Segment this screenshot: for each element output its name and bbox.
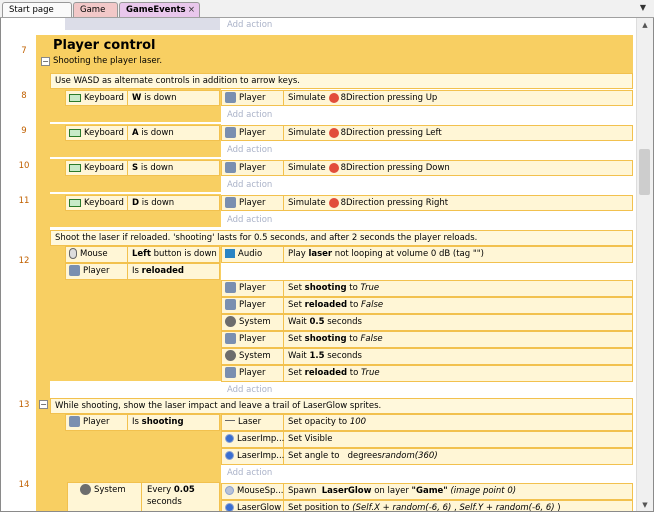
add-action-link[interactable]: Add action: [227, 108, 272, 122]
player-sprite-icon: [225, 333, 236, 344]
player-sprite-icon: [69, 265, 80, 276]
action-row[interactable]: Player Simulate 8Direction pressing Left: [221, 125, 633, 141]
action-row[interactable]: Player Simulate 8Direction pressing Up: [221, 90, 633, 106]
laser-sprite-icon: [225, 503, 234, 511]
add-action-link[interactable]: Add action: [227, 18, 272, 32]
action-row[interactable]: Player Set reloaded to True: [221, 365, 633, 382]
player-sprite-icon: [225, 92, 236, 103]
scroll-up-icon[interactable]: ▲: [637, 18, 653, 32]
8direction-behavior-icon: [328, 197, 339, 208]
condition-row[interactable]: Player Is shooting: [65, 414, 220, 431]
previous-event-condition-area: [65, 18, 220, 30]
add-action-link[interactable]: Add action: [227, 213, 272, 227]
action-row[interactable]: MouseSp... Spawn LaserGlow on layer "Game…: [221, 483, 633, 500]
action-row[interactable]: LaserImp... Set angle to degreesrandom(36…: [221, 448, 633, 465]
laser-sprite-icon: [225, 451, 234, 460]
scroll-thumb[interactable]: [639, 149, 650, 195]
mouse-icon: [69, 248, 77, 259]
8direction-behavior-icon: [328, 127, 339, 138]
action-row[interactable]: Player Set shooting to False: [221, 331, 633, 348]
player-sprite-icon: [225, 282, 236, 293]
condition-row[interactable]: Keyboard D is down: [65, 195, 220, 211]
tab-strip: Start page Game GameEvents × ▼: [0, 0, 654, 18]
condition-row[interactable]: Keyboard A is down: [65, 125, 220, 141]
group-title: Player control: [53, 38, 156, 53]
laser-sprite-icon: [225, 420, 235, 421]
scroll-down-icon[interactable]: ▼: [637, 498, 653, 511]
comment[interactable]: Shoot the laser if reloaded. 'shooting' …: [50, 230, 633, 246]
system-gear-icon: [80, 484, 91, 495]
player-sprite-icon: [225, 162, 236, 173]
action-row[interactable]: Player Set shooting to True: [221, 280, 633, 297]
action-row[interactable]: Player Set reloaded to False: [221, 297, 633, 314]
add-action-link[interactable]: Add action: [227, 178, 272, 192]
line-number: 9: [21, 126, 27, 136]
keyboard-icon: [69, 128, 81, 137]
action-row[interactable]: System Wait 0.5 seconds: [221, 314, 633, 331]
close-tab-icon[interactable]: ×: [188, 3, 195, 17]
player-sprite-icon: [225, 127, 236, 138]
line-number: 12: [18, 256, 30, 266]
8direction-behavior-icon: [328, 162, 339, 173]
action-row[interactable]: LaserImp... Set Visible: [221, 431, 633, 448]
line-number: 11: [18, 196, 30, 206]
keyboard-icon: [69, 198, 81, 207]
audio-speaker-icon: [225, 249, 235, 258]
add-action-link[interactable]: Add action: [227, 383, 272, 397]
action-row[interactable]: Player Simulate 8Direction pressing Right: [221, 195, 633, 211]
tab-game[interactable]: Game: [73, 2, 118, 17]
condition-row[interactable]: Keyboard W is down: [65, 90, 220, 106]
tab-list-dropdown-icon[interactable]: ▼: [640, 3, 646, 12]
condition-row[interactable]: Keyboard S is down: [65, 160, 220, 176]
player-sprite-icon: [225, 299, 236, 310]
condition-row[interactable]: Player Is reloaded: [65, 263, 220, 280]
comment[interactable]: While shooting, show the laser impact an…: [50, 398, 633, 414]
line-number: 10: [18, 161, 30, 171]
system-gear-icon: [225, 316, 236, 327]
event-sheet-view[interactable]: Add action 7 Player control − Shooting t…: [0, 18, 654, 512]
line-number: 7: [21, 46, 27, 56]
system-gear-icon: [225, 350, 236, 361]
action-row[interactable]: Laser Set opacity to 100: [221, 414, 633, 431]
add-action-link[interactable]: Add action: [227, 466, 272, 480]
line-number: 8: [21, 91, 27, 101]
tab-start-page[interactable]: Start page: [2, 2, 72, 17]
collapse-group-icon[interactable]: −: [41, 57, 50, 66]
8direction-behavior-icon: [328, 92, 339, 103]
action-row[interactable]: System Wait 1.5 seconds: [221, 348, 633, 365]
keyboard-icon: [69, 163, 81, 172]
vertical-scrollbar[interactable]: ▲ ▼: [636, 18, 653, 511]
player-sprite-icon: [225, 197, 236, 208]
action-row[interactable]: Audio Play laser not looping at volume 0 …: [221, 246, 633, 263]
comment[interactable]: Use WASD as alternate controls in additi…: [50, 73, 633, 89]
player-sprite-icon: [69, 416, 80, 427]
laser-sprite-icon: [225, 434, 234, 443]
group-header[interactable]: Player control − Shooting the player las…: [36, 35, 633, 73]
group-body-margin: [36, 73, 50, 511]
add-action-link[interactable]: Add action: [227, 143, 272, 157]
action-row[interactable]: LaserGlow Set position to (Self.X + rando…: [221, 500, 633, 511]
tab-game-events[interactable]: GameEvents ×: [119, 2, 200, 17]
condition-row[interactable]: Mouse Left button is down: [65, 246, 220, 263]
condition-row[interactable]: System Every 0.05 seconds: [67, 482, 220, 511]
line-number: 14: [18, 480, 30, 490]
collapse-event-icon[interactable]: −: [39, 400, 48, 409]
line-number: 13: [18, 400, 30, 410]
keyboard-icon: [69, 93, 81, 102]
group-description: Shooting the player laser.: [53, 56, 163, 66]
player-sprite-icon: [225, 367, 236, 378]
mouse-sprite-icon: [225, 486, 234, 495]
action-row[interactable]: Player Simulate 8Direction pressing Down: [221, 160, 633, 176]
